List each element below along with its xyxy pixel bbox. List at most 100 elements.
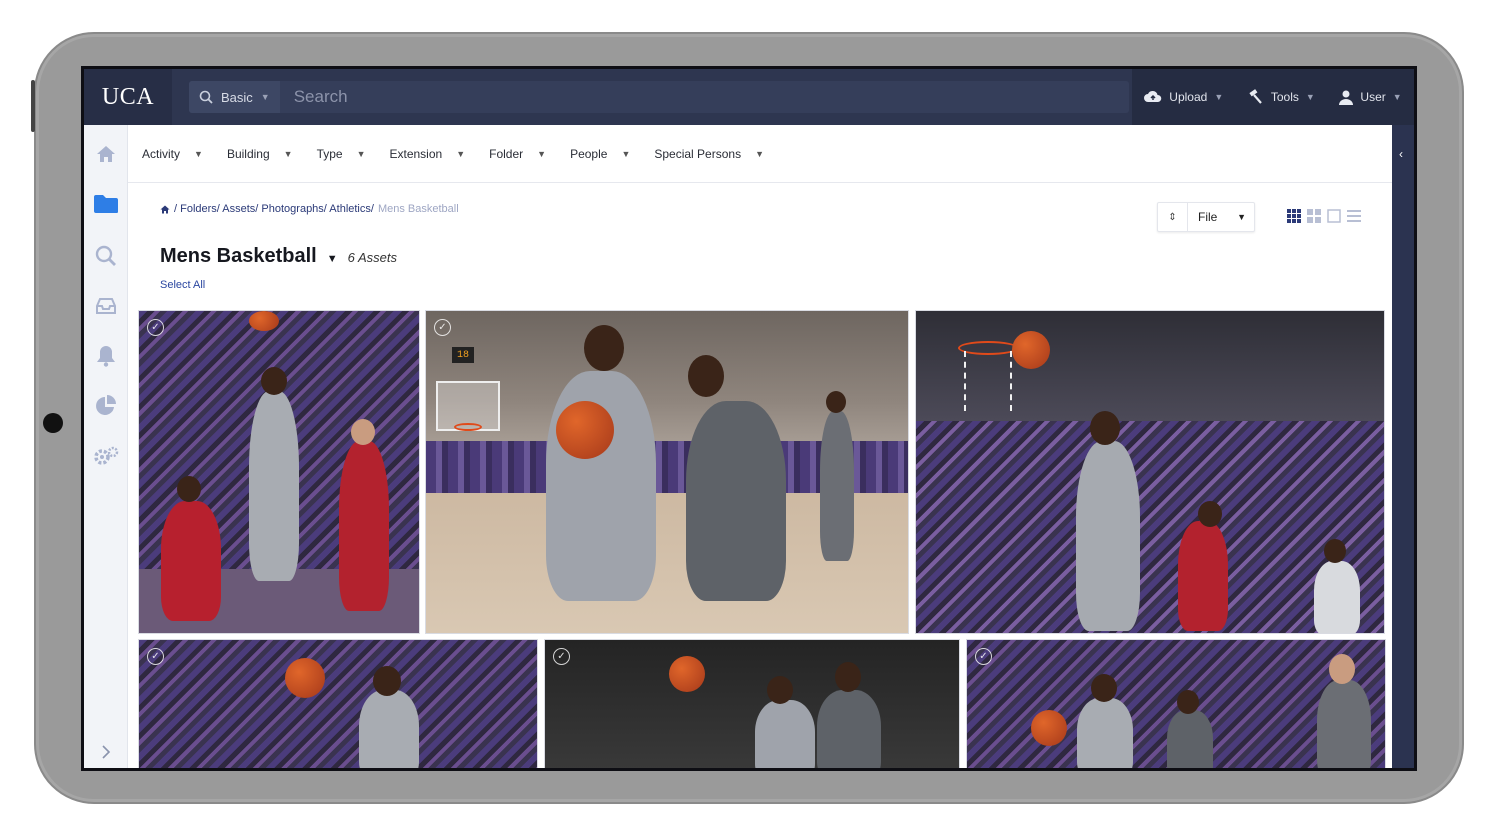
basketball bbox=[1012, 331, 1050, 369]
asset-thumbnail[interactable]: ✓ bbox=[138, 639, 538, 768]
sort-control: ⇕ File ▼ bbox=[1157, 202, 1255, 232]
bell-icon bbox=[97, 346, 115, 367]
logo-container[interactable]: UCA bbox=[84, 69, 172, 125]
filter-activity[interactable]: Activity ▼ bbox=[142, 147, 203, 161]
asset-thumbnail[interactable] bbox=[915, 310, 1385, 634]
view-toggles bbox=[1287, 209, 1361, 223]
filter-label: Building bbox=[226, 146, 270, 161]
list-view-icon[interactable] bbox=[1347, 209, 1361, 223]
asset-thumbnail[interactable]: ✓ bbox=[966, 639, 1386, 768]
chevron-down-icon: ▼ bbox=[1214, 92, 1224, 102]
upload-menu[interactable]: Upload ▼ bbox=[1144, 90, 1223, 104]
grid-small-view-icon[interactable] bbox=[1307, 209, 1321, 223]
player-head bbox=[1329, 654, 1355, 684]
chevron-down-icon: ▼ bbox=[456, 148, 466, 159]
top-actions: Upload ▼ Tools ▼ User ▼ bbox=[1132, 69, 1414, 125]
filter-label: Extension bbox=[389, 146, 443, 161]
player-head bbox=[1090, 411, 1120, 445]
player-figure bbox=[820, 411, 854, 561]
player-head bbox=[835, 662, 861, 692]
top-navigation-bar: UCA Basic ▼ Upload ▼ Tools ▼ U bbox=[84, 69, 1414, 125]
search-input[interactable] bbox=[293, 87, 994, 107]
single-view-icon[interactable] bbox=[1327, 209, 1341, 223]
player-figure bbox=[339, 441, 389, 611]
filter-type[interactable]: Type ▼ bbox=[317, 147, 366, 161]
sort-by-label: File bbox=[1198, 210, 1218, 224]
chevron-down-icon: ▼ bbox=[1305, 92, 1315, 102]
player-head bbox=[688, 355, 724, 397]
player-figure bbox=[161, 501, 221, 621]
asset-thumbnail[interactable]: 18 ✓ bbox=[425, 310, 909, 634]
basketball bbox=[556, 401, 614, 459]
sort-direction-toggle[interactable]: ⇕ bbox=[1158, 203, 1188, 231]
inbox-icon bbox=[96, 298, 116, 314]
player-figure bbox=[1314, 561, 1360, 633]
user-menu[interactable]: User ▼ bbox=[1339, 90, 1402, 105]
tablet-side-button bbox=[31, 80, 35, 132]
chevron-left-icon: ‹ bbox=[1399, 147, 1403, 161]
player-head bbox=[1198, 501, 1222, 527]
title-row: Mens Basketball ▼ 6 Assets bbox=[160, 245, 397, 268]
chevron-down-icon[interactable]: ▼ bbox=[327, 253, 338, 265]
chevron-down-icon: ▼ bbox=[1237, 212, 1246, 222]
filter-label: Folder bbox=[489, 146, 524, 161]
filter-bar: Activity ▼ Building ▼ Type ▼ Extension ▼ Fol… bbox=[128, 125, 1392, 183]
shot-clock: 18 bbox=[452, 347, 474, 363]
search-nav[interactable] bbox=[91, 241, 121, 271]
player-figure bbox=[1178, 521, 1228, 631]
asset-thumbnail[interactable]: ✓ bbox=[544, 639, 960, 768]
asset-thumbnail[interactable]: ✓ bbox=[138, 310, 420, 634]
player-figure bbox=[1167, 710, 1213, 768]
hammer-icon bbox=[1249, 89, 1262, 104]
inbox-nav[interactable] bbox=[91, 291, 121, 321]
filter-label: Special Persons bbox=[654, 146, 742, 161]
breadcrumb-path[interactable]: / Folders/ Assets/ Photographs/ Athletic… bbox=[174, 203, 374, 215]
chevron-down-icon: ▼ bbox=[283, 148, 293, 159]
search-mode-dropdown[interactable]: Basic ▼ bbox=[189, 81, 280, 113]
search-icon bbox=[95, 245, 116, 266]
player-head bbox=[261, 367, 287, 395]
chevron-down-icon: ▼ bbox=[194, 148, 203, 159]
select-checkbox[interactable]: ✓ bbox=[147, 319, 164, 336]
player-head bbox=[826, 391, 846, 413]
home-icon[interactable] bbox=[160, 205, 170, 214]
tools-menu[interactable]: Tools ▼ bbox=[1248, 89, 1315, 105]
player-figure bbox=[755, 700, 815, 768]
filter-folder[interactable]: Folder ▼ bbox=[489, 147, 546, 161]
filter-extension[interactable]: Extension ▼ bbox=[390, 147, 466, 161]
reports-nav[interactable] bbox=[91, 391, 121, 421]
select-checkbox[interactable]: ✓ bbox=[147, 648, 164, 665]
sort-icon: ⇕ bbox=[1168, 211, 1177, 223]
crowd-background bbox=[139, 640, 537, 768]
home-icon bbox=[97, 146, 115, 162]
select-checkbox[interactable]: ✓ bbox=[975, 648, 992, 665]
hoop-rim bbox=[454, 423, 482, 431]
hoop-net bbox=[964, 351, 1012, 411]
settings-nav[interactable] bbox=[91, 441, 121, 471]
upload-label: Upload bbox=[1169, 90, 1208, 104]
right-panel-toggle[interactable]: ‹ bbox=[1392, 125, 1414, 768]
home-nav[interactable] bbox=[91, 139, 121, 169]
player-figure bbox=[1317, 680, 1371, 768]
filter-building[interactable]: Building ▼ bbox=[227, 147, 293, 161]
basketball bbox=[285, 658, 325, 698]
filter-label: People bbox=[570, 146, 608, 161]
app-screen: UCA Basic ▼ Upload ▼ Tools ▼ U bbox=[81, 66, 1417, 771]
chevron-down-icon: ▼ bbox=[1392, 92, 1402, 102]
folders-nav[interactable] bbox=[91, 189, 121, 219]
user-icon bbox=[1339, 90, 1354, 105]
chevron-right-icon bbox=[102, 745, 111, 759]
select-checkbox[interactable]: ✓ bbox=[434, 319, 451, 336]
player-figure bbox=[817, 690, 881, 768]
notifications-nav[interactable] bbox=[91, 341, 121, 371]
filter-label: Activity bbox=[142, 146, 181, 161]
grid-large-view-icon[interactable] bbox=[1287, 209, 1301, 223]
filter-people[interactable]: People ▼ bbox=[570, 147, 630, 161]
basketball bbox=[669, 656, 705, 692]
expand-sidebar-toggle[interactable] bbox=[91, 737, 121, 767]
select-all-link[interactable]: Select All bbox=[160, 279, 205, 291]
filter-special-persons[interactable]: Special Persons ▼ bbox=[654, 147, 764, 161]
left-sidebar bbox=[84, 125, 128, 768]
select-checkbox[interactable]: ✓ bbox=[553, 648, 570, 665]
sort-by-dropdown[interactable]: File ▼ bbox=[1188, 210, 1254, 224]
